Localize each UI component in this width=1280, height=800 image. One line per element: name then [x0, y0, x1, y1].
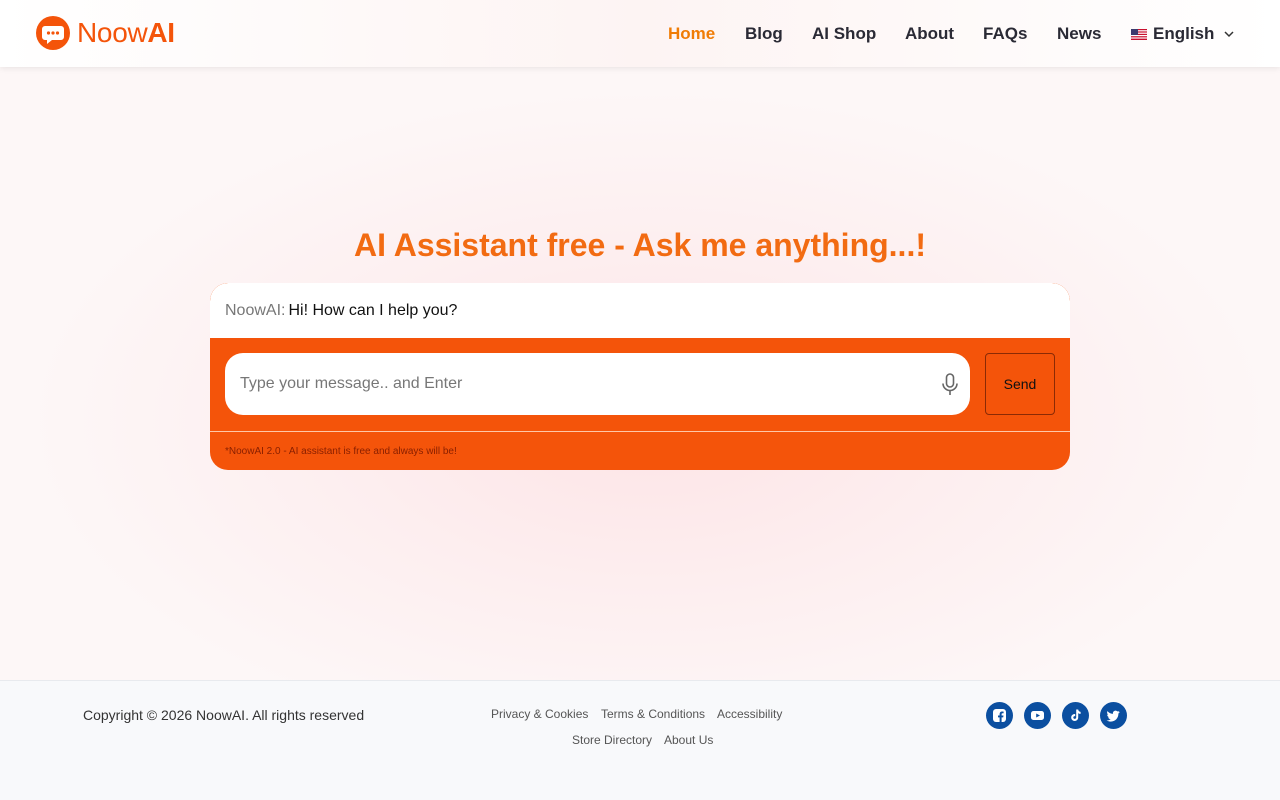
- nav-about[interactable]: About: [905, 24, 954, 44]
- message-input-wrapper: [225, 353, 970, 415]
- nav-home[interactable]: Home: [668, 24, 715, 44]
- youtube-link[interactable]: [1024, 702, 1051, 729]
- footer-link-privacy[interactable]: Privacy & Cookies: [491, 707, 588, 721]
- us-flag-icon: [1131, 28, 1147, 40]
- facebook-icon: [993, 709, 1006, 722]
- send-button[interactable]: Send: [985, 353, 1055, 415]
- nav-news[interactable]: News: [1057, 24, 1101, 44]
- bot-name: NoowAI:: [225, 302, 286, 319]
- youtube-icon: [1031, 711, 1044, 720]
- chat-divider: [210, 431, 1070, 432]
- chat-footnote: *NoowAI 2.0 - AI assistant is free and a…: [225, 446, 457, 457]
- site-header: NoowAI Home Blog AI Shop About FAQs News…: [0, 0, 1280, 67]
- footer-link-terms[interactable]: Terms & Conditions: [601, 707, 705, 721]
- message-input[interactable]: [225, 353, 925, 415]
- footer-link-about-us[interactable]: About Us: [664, 733, 713, 747]
- language-selector[interactable]: English: [1131, 24, 1235, 44]
- nav-blog[interactable]: Blog: [745, 24, 783, 44]
- twitter-link[interactable]: [1100, 702, 1127, 729]
- logo[interactable]: NoowAI: [35, 15, 175, 51]
- nav-faqs[interactable]: FAQs: [983, 24, 1027, 44]
- hero-headline: AI Assistant free - Ask me anything...!: [354, 227, 926, 263]
- facebook-link[interactable]: [986, 702, 1013, 729]
- chat-bubble-logo-icon: [36, 16, 70, 50]
- chat-widget: NoowAI:Hi! How can I help you? Send *Noo…: [210, 283, 1070, 470]
- copyright-text: Copyright © 2026 NoowAI. All rights rese…: [83, 707, 365, 723]
- bot-message-text: Hi! How can I help you?: [288, 302, 458, 319]
- nav-ai-shop[interactable]: AI Shop: [812, 24, 876, 44]
- tiktok-icon: [1071, 709, 1081, 721]
- chat-message: NoowAI: Hi! How can I help you?: [210, 283, 1070, 338]
- microphone-icon[interactable]: [941, 373, 959, 396]
- footer-link-store-directory[interactable]: Store Directory: [572, 733, 652, 747]
- twitter-icon: [1106, 710, 1120, 722]
- footer-link-accessibility[interactable]: Accessibility: [717, 707, 782, 721]
- logo-text: NoowAI: [77, 17, 175, 48]
- site-footer: Copyright © 2026 NoowAI. All rights rese…: [0, 680, 1280, 800]
- chevron-down-icon: [1224, 31, 1234, 38]
- language-label: English: [1153, 24, 1215, 43]
- tiktok-link[interactable]: [1062, 702, 1089, 729]
